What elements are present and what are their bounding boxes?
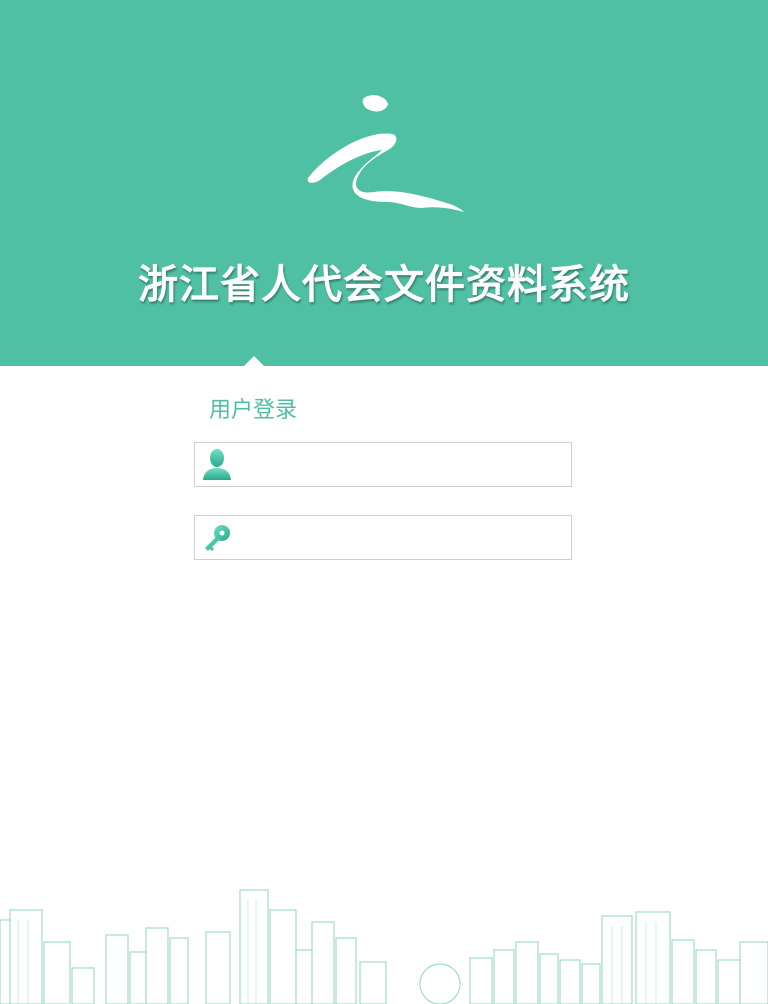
- user-icon: [195, 443, 239, 486]
- username-field[interactable]: [194, 442, 572, 487]
- pointer-caret: [244, 356, 264, 366]
- username-input[interactable]: [239, 444, 571, 485]
- password-field[interactable]: [194, 515, 572, 560]
- header-banner: 浙江省人代会文件资料系统: [0, 0, 768, 366]
- calligraphy-logo-icon: [307, 95, 464, 212]
- city-skyline-illustration: [0, 889, 768, 1004]
- password-input[interactable]: [239, 517, 571, 558]
- app-title: 浙江省人代会文件资料系统: [138, 261, 630, 308]
- key-icon: [195, 516, 239, 559]
- login-heading: 用户登录: [209, 398, 298, 423]
